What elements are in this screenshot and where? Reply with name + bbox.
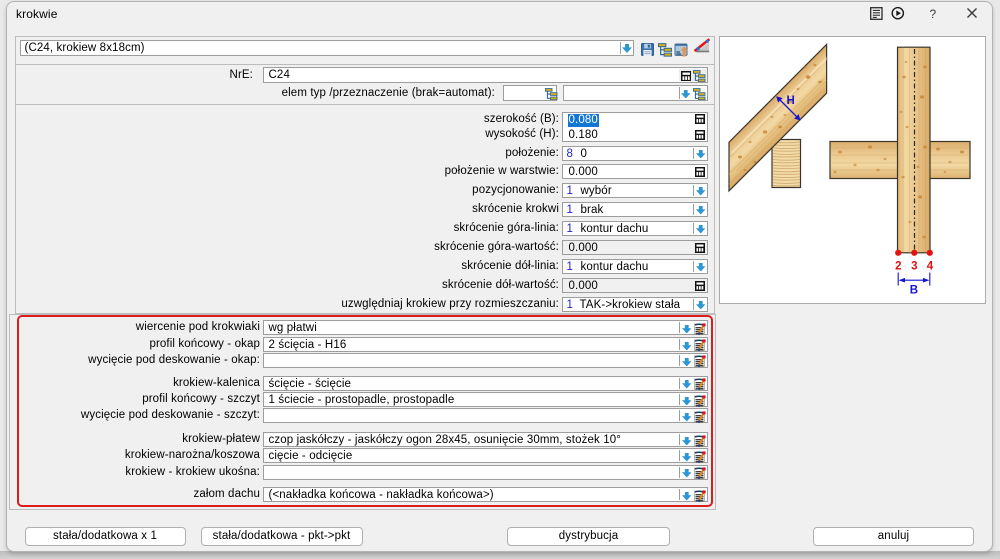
svg-text:2: 2 (895, 260, 902, 272)
svg-text:H: H (787, 95, 795, 107)
svg-text:B: B (910, 284, 918, 296)
svg-text:4: 4 (927, 260, 934, 272)
svg-text:3: 3 (911, 260, 918, 272)
